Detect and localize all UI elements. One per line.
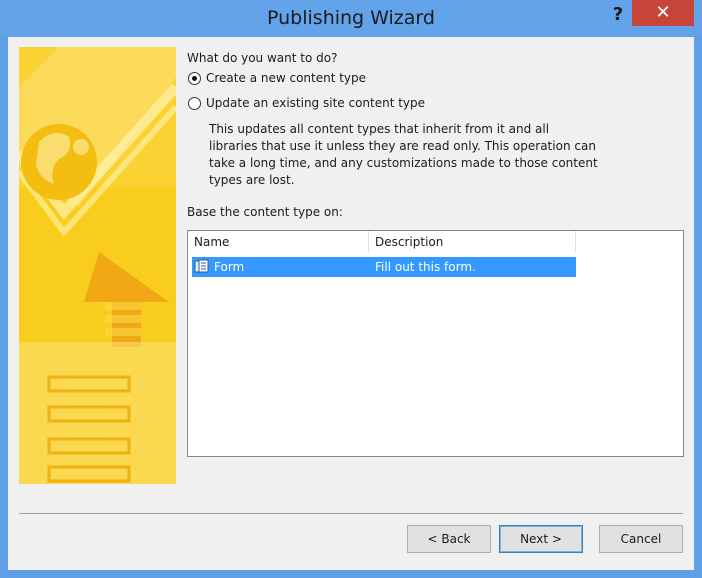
next-button[interactable]: Next >: [499, 525, 583, 553]
window-title: Publishing Wizard: [267, 7, 435, 29]
content-type-list[interactable]: Name Description Form Fill out this form…: [187, 230, 684, 457]
help-button[interactable]: ?: [603, 2, 633, 28]
column-header-description[interactable]: Description: [369, 231, 576, 253]
radio-selected-dot: [192, 76, 197, 81]
option-update-label[interactable]: Update an existing site content type: [206, 96, 425, 110]
base-content-type-label: Base the content type on:: [187, 205, 343, 219]
dialog-client: What do you want to do? Create a new con…: [8, 37, 694, 570]
list-row-form[interactable]: Form Fill out this form.: [192, 257, 576, 277]
publishing-wizard-window: Publishing Wizard ? ✕ What do you want t…: [0, 0, 702, 578]
back-button[interactable]: < Back: [407, 525, 491, 553]
wizard-side-image: [19, 47, 176, 484]
column-header-name[interactable]: Name: [188, 231, 369, 253]
option-description: This updates all content types that inhe…: [209, 122, 598, 187]
row-description-cell: Fill out this form.: [375, 260, 476, 274]
button-separator: [19, 513, 683, 514]
title-bar[interactable]: Publishing Wizard ? ✕: [0, 0, 702, 36]
question-label: What do you want to do?: [187, 51, 338, 65]
cancel-button[interactable]: Cancel: [599, 525, 683, 553]
option-update-radio[interactable]: [188, 97, 201, 110]
option-create-radio[interactable]: [188, 72, 201, 85]
option-create-label[interactable]: Create a new content type: [206, 71, 366, 85]
row-name-cell: Form: [214, 260, 245, 274]
close-icon: ✕: [655, 2, 671, 23]
form-icon: [194, 257, 212, 277]
close-button[interactable]: ✕: [632, 0, 694, 26]
